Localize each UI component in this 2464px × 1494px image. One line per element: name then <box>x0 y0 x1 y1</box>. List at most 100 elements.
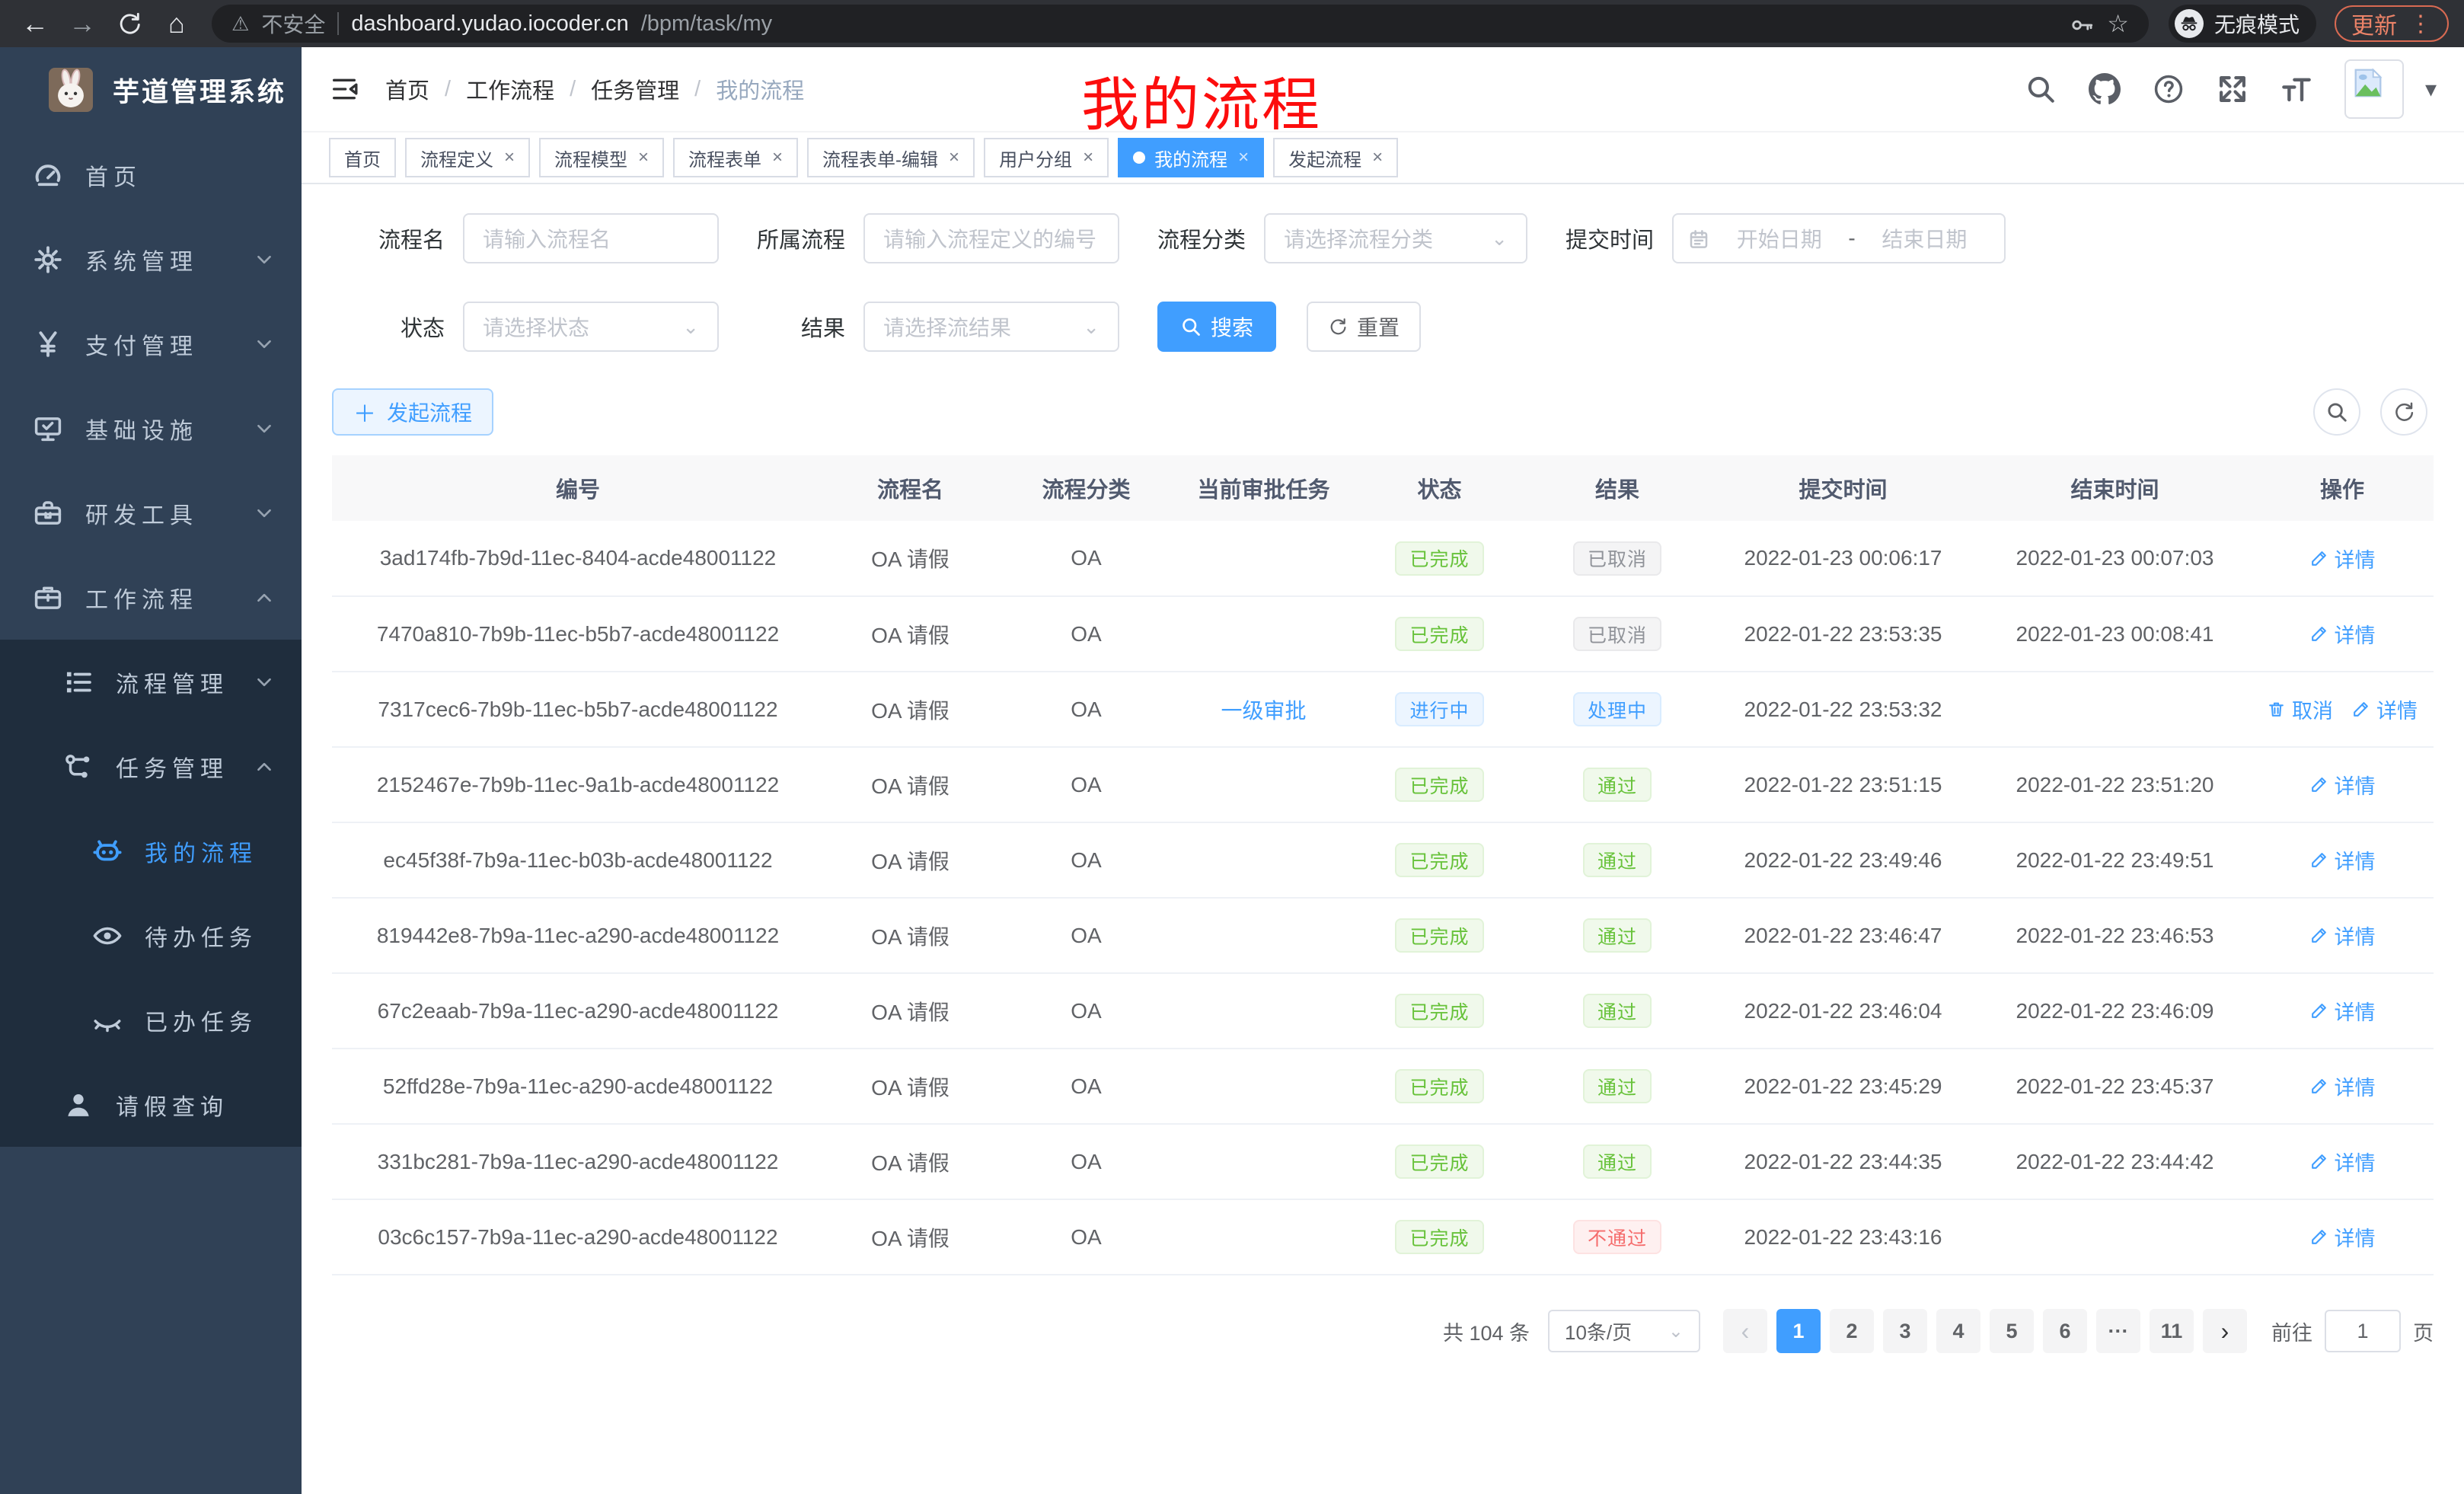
page-button-4[interactable]: 4 <box>1936 1309 1980 1353</box>
current-task-link[interactable]: 一级审批 <box>1221 699 1306 723</box>
cell-process-name: OA 请假 <box>824 973 997 1049</box>
toggle-search-button[interactable] <box>2313 388 2360 436</box>
cell-result: 通过 <box>1527 1124 1707 1199</box>
submit-time-range-picker[interactable]: 开始日期 - 结束日期 <box>1672 213 2006 263</box>
header-search-icon[interactable] <box>2025 73 2057 105</box>
breadcrumb-item[interactable]: 任务管理 <box>591 73 679 105</box>
detail-link[interactable]: 详情 <box>2309 921 2376 950</box>
sidebar-item-workflow[interactable]: 工作流程 <box>0 555 302 640</box>
cancel-link[interactable]: 取消 <box>2267 694 2333 724</box>
detail-link[interactable]: 详情 <box>2351 694 2418 724</box>
next-page-button[interactable]: › <box>2203 1309 2247 1353</box>
column-header: 提交时间 <box>1707 455 1979 521</box>
cell-result: 不通过 <box>1527 1199 1707 1275</box>
tab-close-icon[interactable]: × <box>504 147 515 168</box>
goto-page-input[interactable]: 1 <box>2325 1310 2401 1352</box>
page-button-6[interactable]: 6 <box>2043 1309 2087 1353</box>
fullscreen-icon[interactable] <box>2217 73 2249 105</box>
browser-update-button[interactable]: 更新 ⋮ <box>2335 5 2449 42</box>
result-select[interactable]: 请选择流结果⌄ <box>863 302 1119 352</box>
page-button-3[interactable]: 3 <box>1883 1309 1927 1353</box>
github-icon[interactable] <box>2089 73 2121 105</box>
yen-icon <box>32 328 64 360</box>
detail-link[interactable]: 详情 <box>2309 770 2376 800</box>
cell-id: 03c6c157-7b9a-11ec-a290-acde48001122 <box>332 1199 824 1275</box>
status-badge: 通过 <box>1583 918 1652 953</box>
address-bar[interactable]: ⚠ 不安全 dashboard.yudao.iocoder.cn/bpm/tas… <box>212 5 2149 43</box>
password-key-icon[interactable] <box>2069 9 2095 38</box>
sidebar-item-task-mgmt[interactable]: 任务管理 <box>0 724 302 809</box>
cell-end-time: 2022-01-22 23:44:42 <box>1979 1124 2251 1199</box>
cell-actions: 详情 <box>2251 1049 2434 1124</box>
category-select[interactable]: 请选择流程分类⌄ <box>1264 213 1527 263</box>
tab-my-process[interactable]: 我的流程× <box>1118 138 1264 177</box>
sidebar-item-process-mgmt[interactable]: 流程管理 <box>0 640 302 724</box>
breadcrumb-item[interactable]: 首页 <box>385 73 429 105</box>
tab-process-form[interactable]: 流程表单× <box>673 138 798 177</box>
detail-link[interactable]: 详情 <box>2309 544 2376 573</box>
breadcrumb-item[interactable]: 工作流程 <box>466 73 554 105</box>
filter-result: 结果 请选择流结果⌄ <box>757 302 1119 352</box>
avatar[interactable] <box>2344 59 2404 119</box>
start-process-button[interactable]: ＋发起流程 <box>332 388 493 436</box>
detail-link[interactable]: 详情 <box>2309 845 2376 875</box>
page-size-select[interactable]: 10条/页 ⌄ <box>1548 1310 1700 1352</box>
pen-icon <box>2309 624 2328 643</box>
reset-button[interactable]: 重置 <box>1307 302 1421 352</box>
sidebar-item-todo-task[interactable]: 待办任务 <box>0 893 302 978</box>
avatar-dropdown-icon[interactable]: ▾ <box>2425 76 2437 103</box>
process-name-input[interactable]: 请输入流程名 <box>463 213 719 263</box>
cell-actions: 详情 <box>2251 1124 2434 1199</box>
detail-link[interactable]: 详情 <box>2309 619 2376 649</box>
browser-forward-button[interactable]: → <box>62 4 102 43</box>
detail-link[interactable]: 详情 <box>2309 1071 2376 1101</box>
list-tree-icon <box>62 666 94 698</box>
page-button-2[interactable]: 2 <box>1830 1309 1874 1353</box>
bookmark-star-icon[interactable]: ☆ <box>2107 9 2129 38</box>
cell-actions: 取消详情 <box>2251 672 2434 747</box>
tab-close-icon[interactable]: × <box>772 147 783 168</box>
font-size-icon[interactable] <box>2280 73 2312 105</box>
tab-start-process[interactable]: 发起流程× <box>1273 138 1398 177</box>
sidebar-item-done-task[interactable]: 已办任务 <box>0 978 302 1062</box>
status-badge: 已完成 <box>1395 541 1483 576</box>
prev-page-button[interactable]: ‹ <box>1723 1309 1767 1353</box>
search-button[interactable]: 搜索 <box>1157 302 1276 352</box>
tab-close-icon[interactable]: × <box>1083 147 1093 168</box>
tab-close-icon[interactable]: × <box>1238 147 1249 168</box>
tab-close-icon[interactable]: × <box>638 147 649 168</box>
page-button-11[interactable]: 11 <box>2150 1309 2194 1353</box>
detail-link[interactable]: 详情 <box>2309 1147 2376 1176</box>
tab-close-icon[interactable]: × <box>1372 147 1383 168</box>
help-icon[interactable] <box>2153 73 2185 105</box>
url-host: dashboard.yudao.iocoder.cn <box>351 11 628 37</box>
tab-process-definition[interactable]: 流程定义× <box>405 138 530 177</box>
status-select[interactable]: 请选择状态⌄ <box>463 302 719 352</box>
process-id-input[interactable]: 请输入流程定义的编号 <box>863 213 1119 263</box>
tab-user-group[interactable]: 用户分组× <box>984 138 1109 177</box>
sidebar-item-my-process[interactable]: 我的流程 <box>0 809 302 893</box>
app-logo[interactable]: 芋道管理系统 <box>0 47 302 132</box>
page-button-1[interactable]: 1 <box>1776 1309 1821 1353</box>
browser-back-button[interactable]: ← <box>15 4 55 43</box>
tab-process-model[interactable]: 流程模型× <box>539 138 664 177</box>
browser-home-button[interactable]: ⌂ <box>157 4 196 43</box>
browser-menu-dots-icon[interactable]: ⋮ <box>2409 11 2432 37</box>
browser-reload-button[interactable] <box>110 4 149 43</box>
tab-home[interactable]: 首页 <box>329 138 396 177</box>
detail-link[interactable]: 详情 <box>2309 996 2376 1026</box>
sidebar-item-leave-query[interactable]: 请假查询 <box>0 1062 302 1147</box>
sidebar-fold-icon[interactable] <box>329 74 359 104</box>
sidebar-item-infra[interactable]: 基础设施 <box>0 386 302 471</box>
action-label: 取消 <box>2292 694 2333 724</box>
sidebar-item-home[interactable]: 首页 <box>0 132 302 217</box>
sidebar-item-devtools[interactable]: 研发工具 <box>0 471 302 555</box>
page-button-5[interactable]: 5 <box>1990 1309 2034 1353</box>
detail-link[interactable]: 详情 <box>2309 1222 2376 1252</box>
sidebar-item-system[interactable]: 系统管理 <box>0 217 302 302</box>
refresh-table-button[interactable] <box>2380 388 2427 436</box>
tab-process-form-edit[interactable]: 流程表单-编辑× <box>807 138 975 177</box>
tab-close-icon[interactable]: × <box>949 147 959 168</box>
briefcase-icon <box>32 582 64 614</box>
sidebar-item-payment[interactable]: 支付管理 <box>0 302 302 386</box>
